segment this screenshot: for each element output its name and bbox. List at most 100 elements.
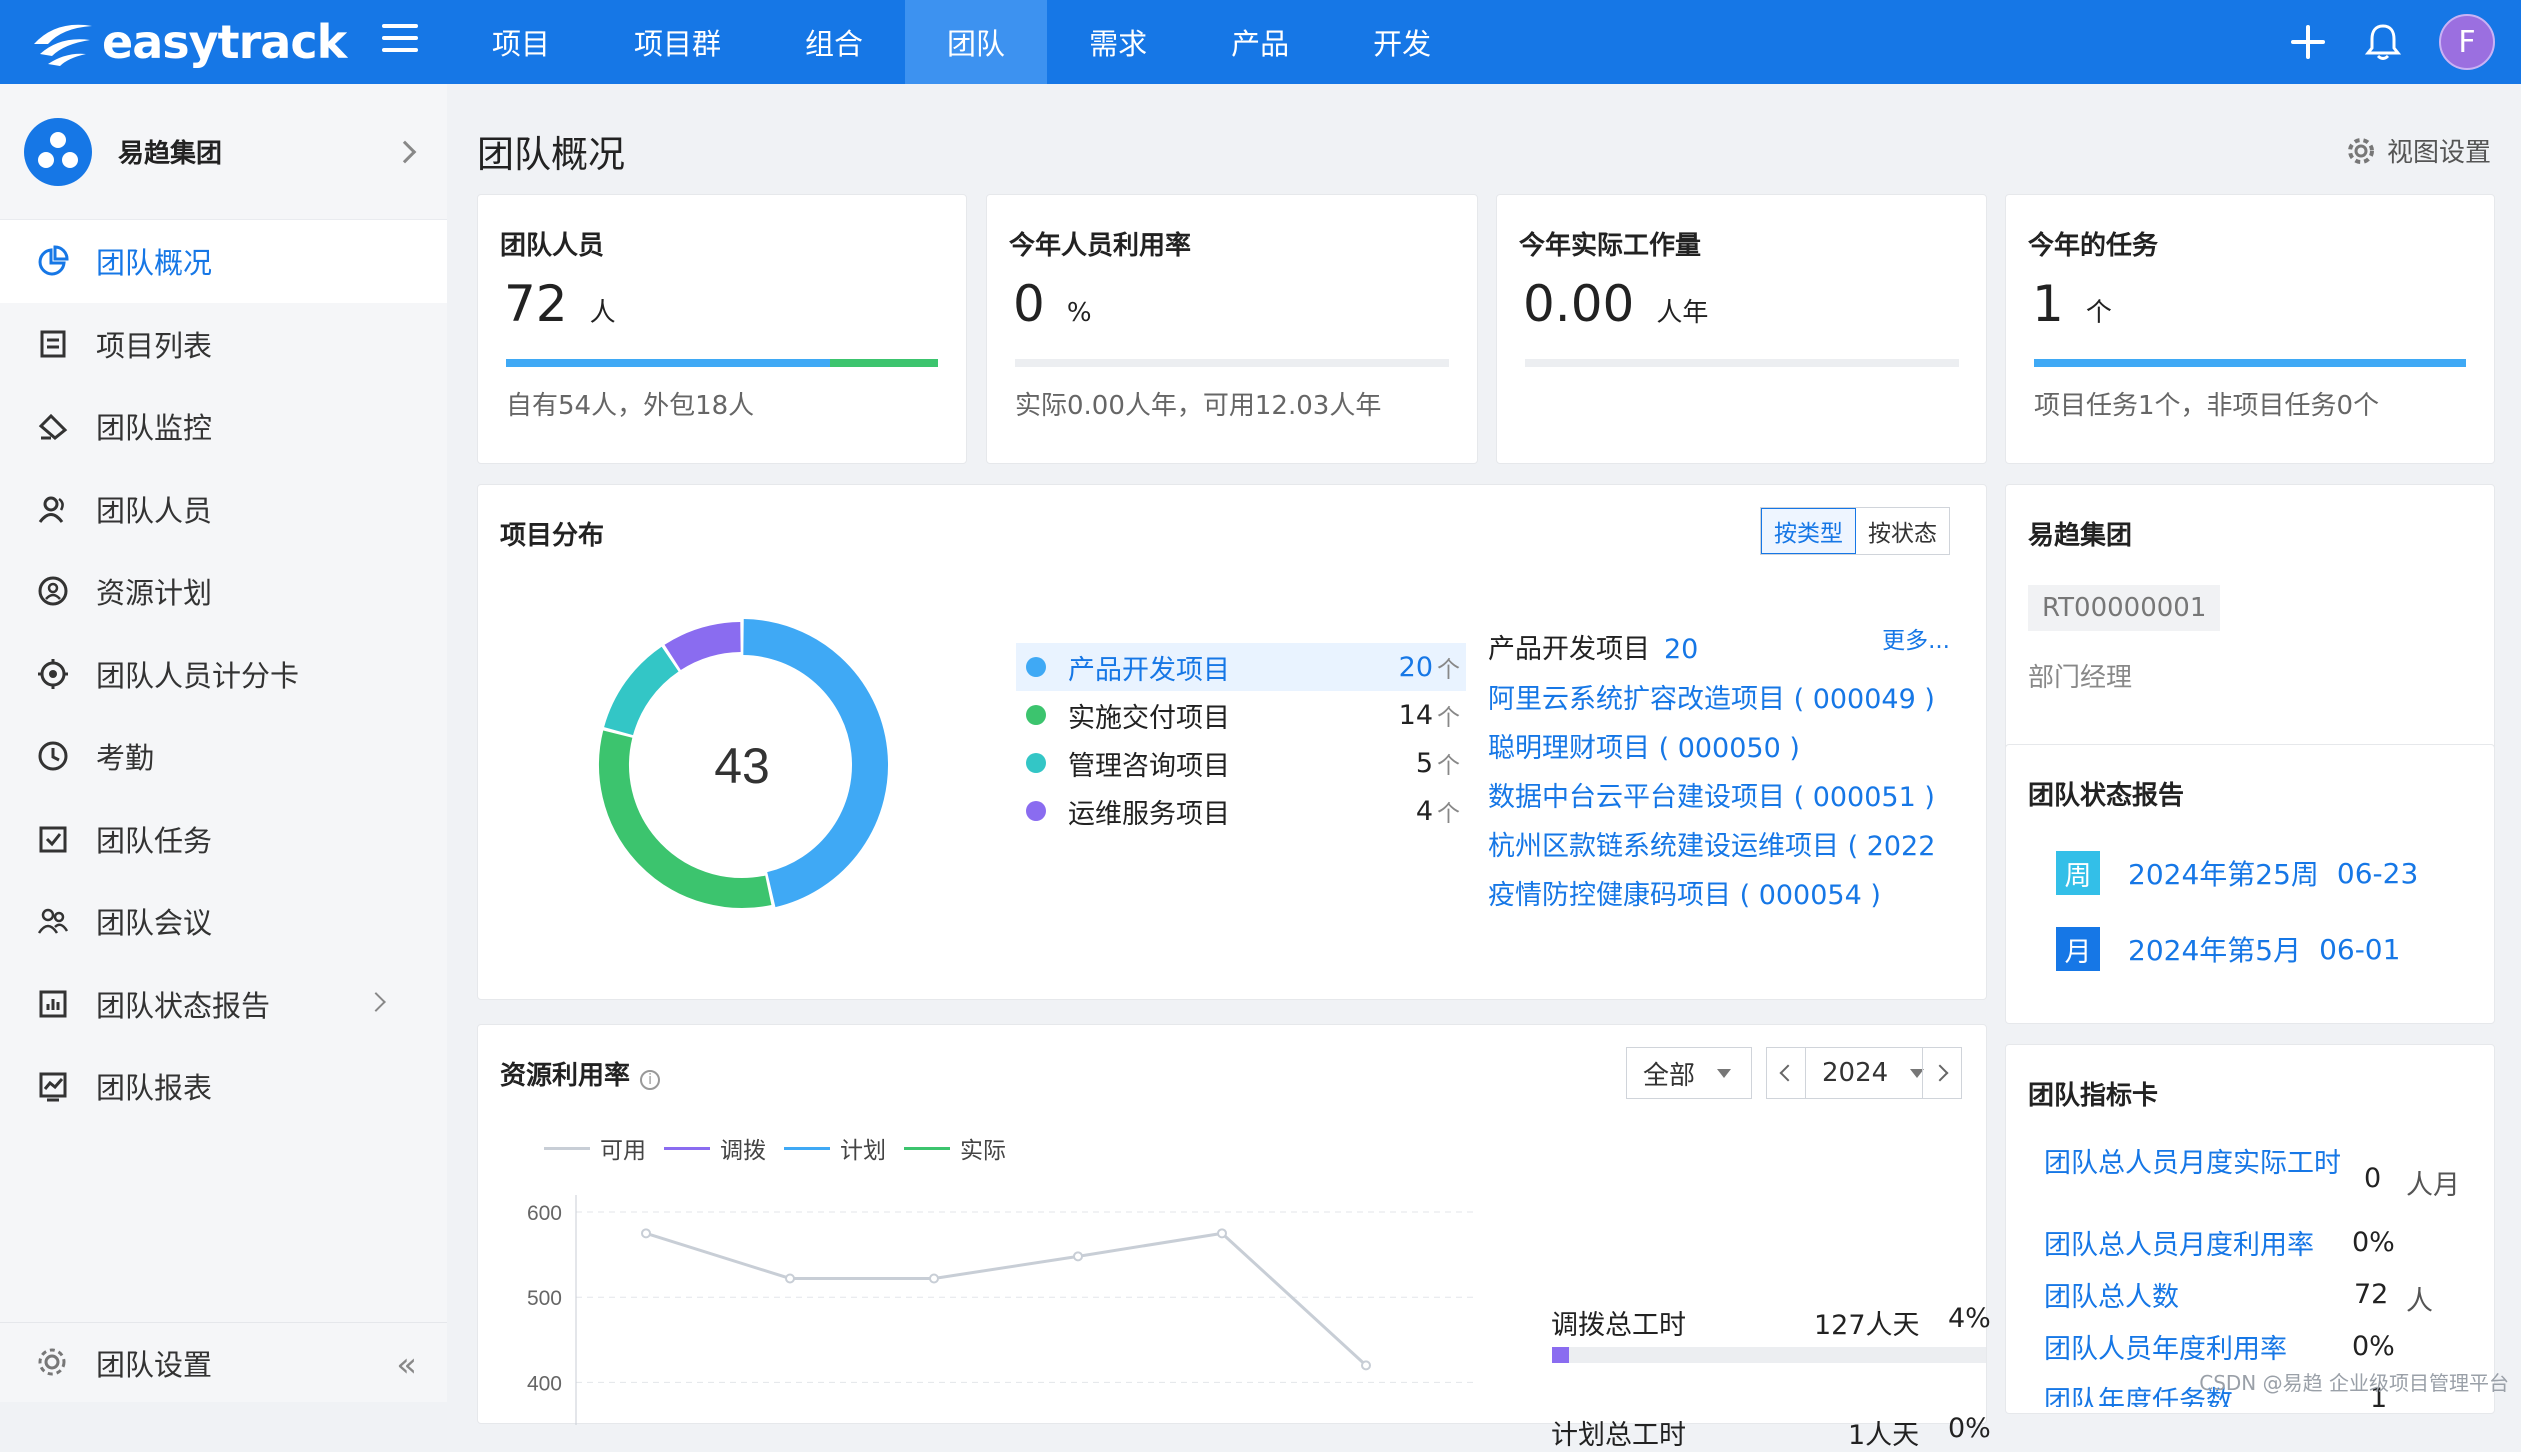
data-point[interactable] — [1217, 1228, 1227, 1239]
nav-item-team[interactable]: 团队 — [905, 0, 1048, 84]
indicator-name[interactable]: 团队人员年度利用率 — [2044, 1331, 2287, 1369]
add-icon[interactable] — [2289, 23, 2327, 61]
legend-unit: 个 — [1437, 801, 1460, 827]
list-icon — [36, 327, 70, 361]
kpi-title: 今年实际工作量 — [1519, 231, 1702, 261]
team-settings[interactable]: 团队设置 « — [0, 1322, 447, 1402]
report-weekly[interactable]: 周 2024年第25周 06-23 — [2056, 851, 2418, 895]
chart-icon — [36, 1069, 70, 1103]
donut-slice-2[interactable] — [604, 646, 679, 736]
data-point[interactable] — [785, 1273, 795, 1284]
prev-year-button[interactable] — [1766, 1047, 1806, 1099]
nav-item-portfolio[interactable]: 组合 — [763, 0, 905, 84]
org-code: RT00000001 — [2028, 585, 2221, 631]
app-logo[interactable]: easytrack — [26, 10, 347, 74]
kpi-value-row: 0.00 人年 — [1523, 275, 1708, 333]
distribution-toggle: 按类型 按状态 — [1760, 507, 1950, 555]
report-period: 2024年第5月 — [2128, 934, 2302, 967]
indicator-value: 0% — [2352, 1227, 2395, 1258]
sidebar-item-label: 团队状态报告 — [96, 988, 271, 1023]
target-icon — [36, 657, 70, 691]
report-monthly[interactable]: 月 2024年第5月 06-01 — [2056, 927, 2400, 971]
kpi-progress-bar — [1015, 359, 1449, 367]
sidebar-item-resource-plan[interactable]: 资源计划 — [0, 550, 447, 633]
indicator-value: 72 — [2354, 1279, 2389, 1310]
project-link[interactable]: 阿里云系统扩容改造项目 ( 000049 ) — [1488, 677, 1938, 716]
sidebar-item-members[interactable]: 团队人员 — [0, 468, 447, 551]
legend-plan[interactable]: 计划 — [784, 1131, 886, 1165]
nav-item-program[interactable]: 项目群 — [592, 0, 763, 84]
sidebar-item-team-report[interactable]: 团队报表 — [0, 1045, 447, 1128]
sidebar-item-overview[interactable]: 团队概况 — [0, 220, 447, 303]
bell-icon[interactable] — [2363, 22, 2403, 62]
sidebar-item-project-list[interactable]: 项目列表 — [0, 303, 447, 386]
scope-select[interactable]: 全部 — [1626, 1047, 1752, 1099]
legend-count: 5 — [1415, 747, 1433, 779]
data-point[interactable] — [1361, 1360, 1371, 1371]
sidebar-item-scorecard[interactable]: 团队人员计分卡 — [0, 633, 447, 716]
legend-count: 14 — [1398, 699, 1433, 731]
sidebar-item-label: 团队报表 — [96, 1071, 213, 1106]
card-title: 团队指标卡 — [2028, 1081, 2159, 1111]
legend-actual[interactable]: 实际 — [904, 1131, 1006, 1165]
nav-item-project[interactable]: 项目 — [450, 0, 592, 84]
indicator-name[interactable]: 团队总人数 — [2044, 1279, 2179, 1317]
project-link[interactable]: 杭州区款链系统建设运维项目 ( 2022... — [1488, 824, 1938, 863]
org-switcher[interactable]: 易趋集团 — [0, 84, 447, 220]
stat-plan-pct: 0% — [1948, 1413, 1991, 1444]
legend-item-delivery[interactable]: 实施交付项目 14 个 — [1016, 691, 1466, 739]
data-point[interactable] — [1073, 1251, 1083, 1262]
project-link[interactable]: 聪明理财项目 ( 000050 ) — [1488, 726, 1938, 765]
legend-count: 20 — [1398, 651, 1433, 683]
sidebar: 易趋集团 团队概况 项目列表 团队监控 团队人员 资源计划 团队人员计分卡 考勤… — [0, 84, 447, 1402]
legend-available[interactable]: 可用 — [544, 1131, 646, 1165]
sidebar-item-tasks[interactable]: 团队任务 — [0, 798, 447, 881]
user-avatar[interactable]: F — [2439, 14, 2495, 70]
sidebar-item-attendance[interactable]: 考勤 — [0, 715, 447, 798]
kpi-card-tasks: 今年的任务 1个 项目任务1个，非项目任务0个 — [2005, 194, 2495, 464]
legend-item-operation[interactable]: 运维服务项目 4 个 — [1016, 787, 1466, 835]
project-link[interactable]: 疫情防控健康码项目 ( 000054 ) — [1488, 873, 1938, 912]
legend-label: 实施交付项目 — [1068, 702, 1230, 734]
sidebar-item-label: 考勤 — [96, 741, 155, 776]
legend-count: 4 — [1415, 795, 1433, 827]
y-tick-label: 500 — [527, 1287, 562, 1310]
toggle-by-status[interactable]: 按状态 — [1856, 508, 1949, 554]
more-link[interactable]: 更多... — [1882, 621, 1950, 655]
sidebar-item-monitor[interactable]: 团队监控 — [0, 385, 447, 468]
kpi-card-utilization: 今年人员利用率 0% 实际0.00人年，可用12.03人年 — [986, 194, 1478, 464]
data-point[interactable] — [929, 1273, 939, 1284]
stat-transfer-fill — [1552, 1347, 1570, 1363]
nav-item-requirement[interactable]: 需求 — [1047, 0, 1189, 84]
info-icon[interactable]: i — [640, 1070, 661, 1090]
report-date: 06-01 — [2319, 932, 2401, 966]
collapse-sidebar-icon[interactable]: « — [396, 1345, 417, 1385]
sidebar-item-meetings[interactable]: 团队会议 — [0, 880, 447, 963]
next-year-button[interactable] — [1922, 1047, 1962, 1099]
kpi-title: 今年的任务 — [2028, 231, 2159, 261]
toggle-by-type[interactable]: 按类型 — [1761, 508, 1856, 554]
nav-item-product[interactable]: 产品 — [1189, 0, 1331, 84]
legend-transfer[interactable]: 调拨 — [664, 1131, 766, 1165]
watermark: CSDN @易趋 企业级项目管理平台 — [2199, 1371, 2509, 1395]
donut-chart: 43 — [599, 619, 888, 908]
nav-item-develop[interactable]: 开发 — [1331, 0, 1473, 84]
selected-type: 产品开发项目 — [1488, 634, 1650, 665]
legend-item-consulting[interactable]: 管理咨询项目 5 个 — [1016, 739, 1466, 787]
status-report-card: 团队状态报告 周 2024年第25周 06-23 月 2024年第5月 06-0… — [2005, 744, 2495, 1024]
data-point[interactable] — [641, 1228, 651, 1239]
donut-total: 43 — [714, 738, 770, 794]
kpi-progress-bar — [506, 359, 938, 367]
indicator-name[interactable]: 团队总人员月度实际工时 — [2044, 1145, 2344, 1183]
project-link[interactable]: 数据中台云平台建设项目 ( 000051 ) — [1488, 775, 1938, 814]
top-navbar: easytrack 项目 项目群 组合 团队 需求 产品 开发 F — [0, 0, 2521, 84]
donut-slice-3[interactable] — [664, 622, 742, 671]
indicator-card: 团队指标卡 团队总人员月度实际工时 0 人月 团队总人员月度利用率 0% 团队总… — [2005, 1044, 2495, 1414]
sidebar-item-status-report[interactable]: 团队状态报告 — [0, 963, 447, 1046]
legend-item-product-dev[interactable]: 产品开发项目 20 个 — [1016, 643, 1466, 691]
indicator-name[interactable]: 团队总人员月度利用率 — [2044, 1227, 2314, 1265]
chevron-right-icon — [1931, 1064, 1949, 1082]
menu-toggle-icon[interactable] — [382, 24, 418, 60]
year-select[interactable]: 2024 — [1806, 1047, 1925, 1099]
view-settings-button[interactable]: 视图设置 — [2345, 132, 2491, 169]
